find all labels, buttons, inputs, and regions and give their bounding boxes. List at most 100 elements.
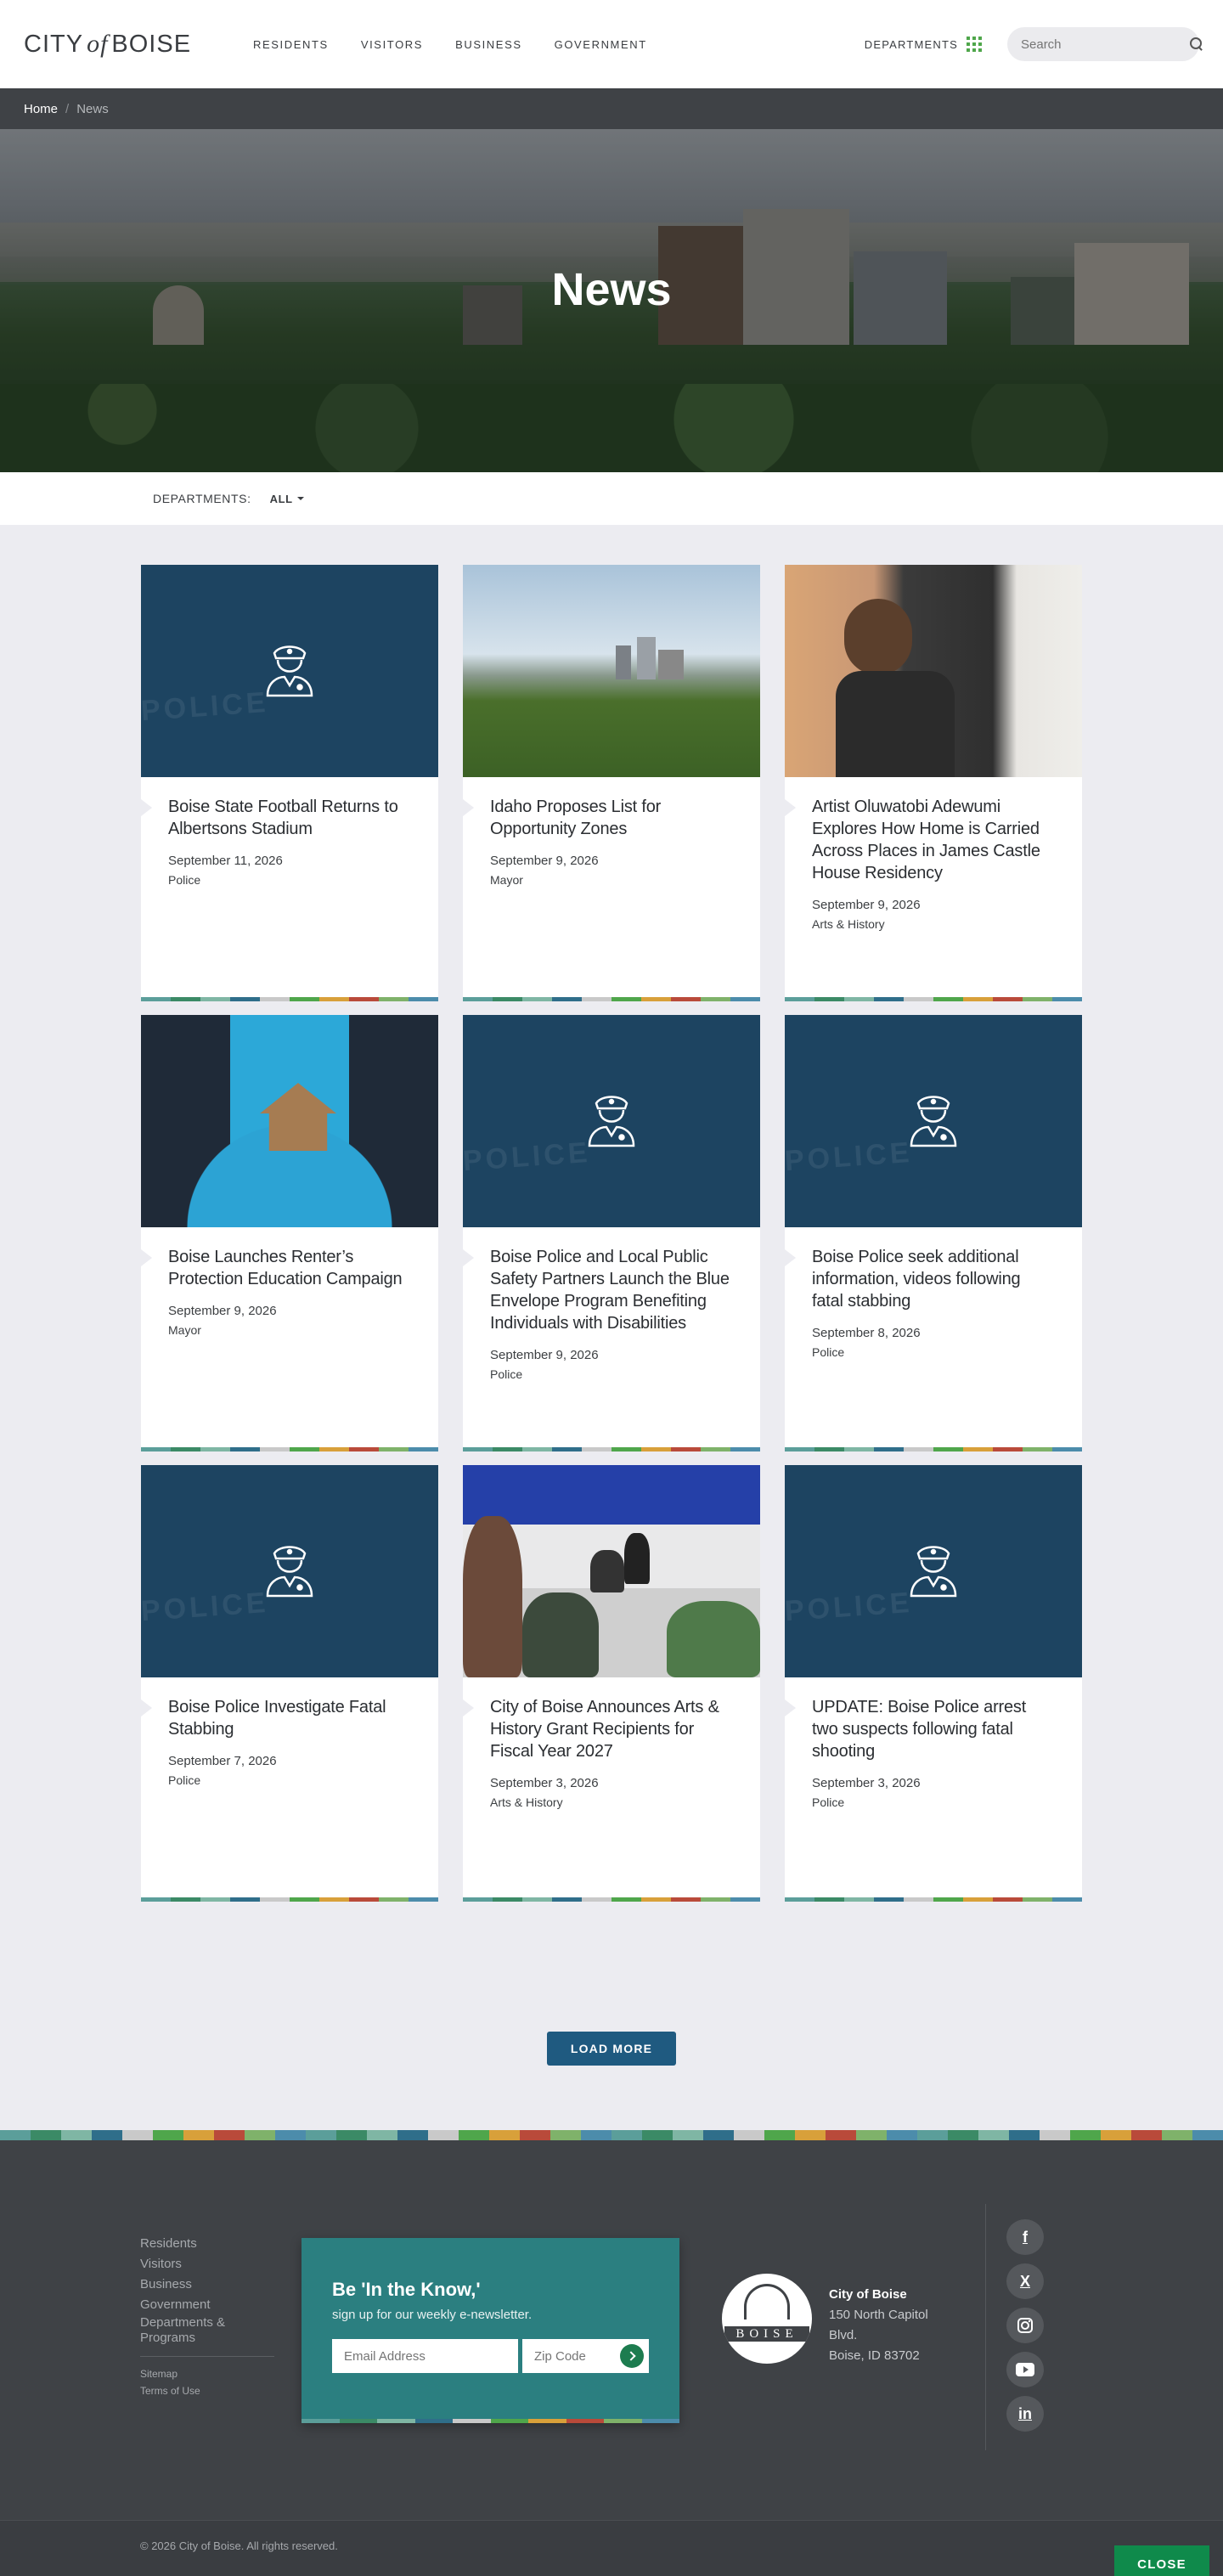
address-line2: Boise, ID 83702: [829, 2348, 920, 2363]
card-color-strip: [463, 997, 760, 1001]
news-card-title[interactable]: Idaho Proposes List for Opportunity Zone…: [490, 796, 733, 840]
news-card-body: City of Boise Announces Arts & History G…: [463, 1677, 760, 1809]
cardboard-house-photo: [141, 1015, 438, 1227]
news-card[interactable]: City of Boise Announces Arts & History G…: [463, 1465, 760, 1902]
police-officer-icon-image: POLICE: [141, 1465, 438, 1677]
police-watermark: POLICE: [785, 1136, 914, 1178]
footer-link-departments[interactable]: Departments & Programs: [140, 2315, 274, 2346]
footer-vertical-divider: [985, 2204, 986, 2450]
logo-of-text: of: [87, 30, 109, 58]
news-card-date: September 9, 2026: [812, 898, 921, 912]
news-card[interactable]: POLICE Boise Police Investigate Fatal Sta…: [141, 1465, 438, 1902]
copyright-bar: © 2026 City of Boise. All rights reserve…: [0, 2520, 1223, 2576]
nav-business[interactable]: BUSINESS: [455, 38, 522, 51]
city-of-boise-logo[interactable]: CITY of BOISE: [24, 30, 228, 59]
footer-link-visitors[interactable]: Visitors: [140, 2254, 274, 2274]
department-filter-dropdown[interactable]: ALL: [270, 493, 304, 505]
card-color-strip: [141, 1897, 438, 1902]
footer-link-residents[interactable]: Residents: [140, 2234, 274, 2254]
breadcrumb-separator: /: [65, 101, 70, 116]
department-filter-bar: DEPARTMENTS: ALL: [0, 472, 1223, 525]
news-card-title[interactable]: Boise Launches Renter’s Protection Educa…: [168, 1246, 411, 1290]
instagram-icon[interactable]: [1006, 2308, 1044, 2343]
police-officer-icon: [266, 1546, 313, 1598]
x-icon[interactable]: X: [1006, 2263, 1044, 2299]
news-card-title[interactable]: Boise State Football Returns to Albertso…: [168, 796, 411, 840]
card-color-strip: [785, 1447, 1082, 1451]
email-field[interactable]: [332, 2339, 518, 2373]
footer-link-terms[interactable]: Terms of Use: [140, 2382, 274, 2399]
capitol-dome-icon: [744, 2284, 790, 2320]
search-box: [1007, 27, 1202, 61]
news-card[interactable]: POLICE Boise State Football Returns to Al…: [141, 565, 438, 1001]
news-card[interactable]: POLICE Boise Police and Local Public Safe…: [463, 1015, 760, 1451]
news-card-title[interactable]: Artist Oluwatobi Adewumi Explores How Ho…: [812, 796, 1055, 884]
footer-address: City of Boise 150 North Capitol Blvd. Bo…: [829, 2285, 939, 2366]
card-color-strip: [785, 997, 1082, 1001]
news-card-date: September 9, 2026: [490, 1348, 599, 1362]
newsletter-form: [332, 2339, 649, 2373]
page-title: News: [551, 264, 672, 315]
news-card-date: September 11, 2026: [168, 854, 283, 868]
news-card-grid: POLICE Boise State Football Returns to Al…: [141, 565, 1082, 1902]
police-watermark: POLICE: [141, 685, 270, 728]
police-officer-icon: [266, 645, 313, 697]
news-card-department: Mayor: [490, 873, 523, 887]
main-nav: RESIDENTS VISITORS BUSINESS GOVERNMENT: [253, 38, 647, 51]
logo-city-text: CITY: [24, 31, 84, 58]
news-card-title[interactable]: UPDATE: Boise Police arrest two suspects…: [812, 1696, 1055, 1762]
site-header: CITY of BOISE RESIDENTS VISITORS BUSINESS …: [0, 0, 1223, 88]
news-card-date: September 3, 2026: [490, 1776, 599, 1790]
nav-government[interactable]: GOVERNMENT: [555, 38, 647, 51]
newsletter-color-strip: [302, 2419, 679, 2423]
police-officer-icon-image: POLICE: [785, 1465, 1082, 1677]
nav-visitors[interactable]: VISITORS: [361, 38, 423, 51]
footer-links: Residents Visitors Business Government D…: [140, 2234, 274, 2399]
zip-code-field[interactable]: [522, 2339, 620, 2373]
breadcrumb-home[interactable]: Home: [24, 102, 58, 116]
newsletter-subtitle: sign up for our weekly e-newsletter.: [332, 2308, 533, 2322]
card-color-strip: [463, 1447, 760, 1451]
load-more-button[interactable]: LOAD MORE: [547, 2032, 676, 2066]
linkedin-icon[interactable]: in: [1006, 2396, 1044, 2432]
card-color-strip: [141, 1447, 438, 1451]
news-card-title[interactable]: Boise Police Investigate Fatal Stabbing: [168, 1696, 411, 1740]
footer-divider: [140, 2356, 274, 2357]
police-watermark: POLICE: [141, 1586, 270, 1628]
header-right: DEPARTMENTS: [865, 27, 1202, 61]
news-card[interactable]: Boise Launches Renter’s Protection Educa…: [141, 1015, 438, 1451]
news-card-body: Boise Police Investigate Fatal Stabbing S…: [141, 1677, 438, 1787]
newsletter-submit-button[interactable]: [620, 2344, 644, 2368]
news-card[interactable]: Idaho Proposes List for Opportunity Zone…: [463, 565, 760, 1001]
footer-link-government[interactable]: Government: [140, 2295, 274, 2315]
facebook-icon[interactable]: f: [1006, 2219, 1044, 2255]
news-card-date: September 8, 2026: [812, 1326, 921, 1340]
departments-menu-button[interactable]: DEPARTMENTS: [865, 37, 982, 52]
footer-link-business[interactable]: Business: [140, 2274, 274, 2295]
dance-class-photo: [463, 1465, 760, 1677]
news-card-department: Mayor: [168, 1323, 201, 1337]
nav-residents[interactable]: RESIDENTS: [253, 38, 329, 51]
seal-text: BOISE: [724, 2326, 809, 2342]
police-officer-icon-image: POLICE: [463, 1015, 760, 1227]
card-color-strip: [785, 1897, 1082, 1902]
logo-boise-text: BOISE: [111, 31, 192, 58]
news-card-body: Idaho Proposes List for Opportunity Zone…: [463, 777, 760, 887]
news-card-body: Boise Police seek additional information…: [785, 1227, 1082, 1359]
close-button[interactable]: CLOSE: [1114, 2545, 1209, 2576]
news-card-title[interactable]: Boise Police seek additional information…: [812, 1246, 1055, 1312]
news-card[interactable]: POLICE UPDATE: Boise Police arrest two su…: [785, 1465, 1082, 1902]
news-card[interactable]: Artist Oluwatobi Adewumi Explores How Ho…: [785, 565, 1082, 1001]
search-input[interactable]: [1021, 37, 1190, 52]
news-card-department: Police: [812, 1795, 845, 1809]
police-officer-icon: [910, 1096, 957, 1147]
breadcrumb: Home / News: [0, 88, 1223, 129]
news-card-department: Arts & History: [812, 917, 885, 931]
police-officer-icon-image: POLICE: [141, 565, 438, 777]
youtube-icon[interactable]: [1006, 2352, 1044, 2387]
news-card-title[interactable]: City of Boise Announces Arts & History G…: [490, 1696, 733, 1762]
news-card[interactable]: POLICE Boise Police seek additional infor…: [785, 1015, 1082, 1451]
news-card-title[interactable]: Boise Police and Local Public Safety Par…: [490, 1246, 733, 1334]
footer-link-sitemap[interactable]: Sitemap: [140, 2365, 274, 2382]
address-line1: 150 North Capitol Blvd.: [829, 2308, 928, 2342]
